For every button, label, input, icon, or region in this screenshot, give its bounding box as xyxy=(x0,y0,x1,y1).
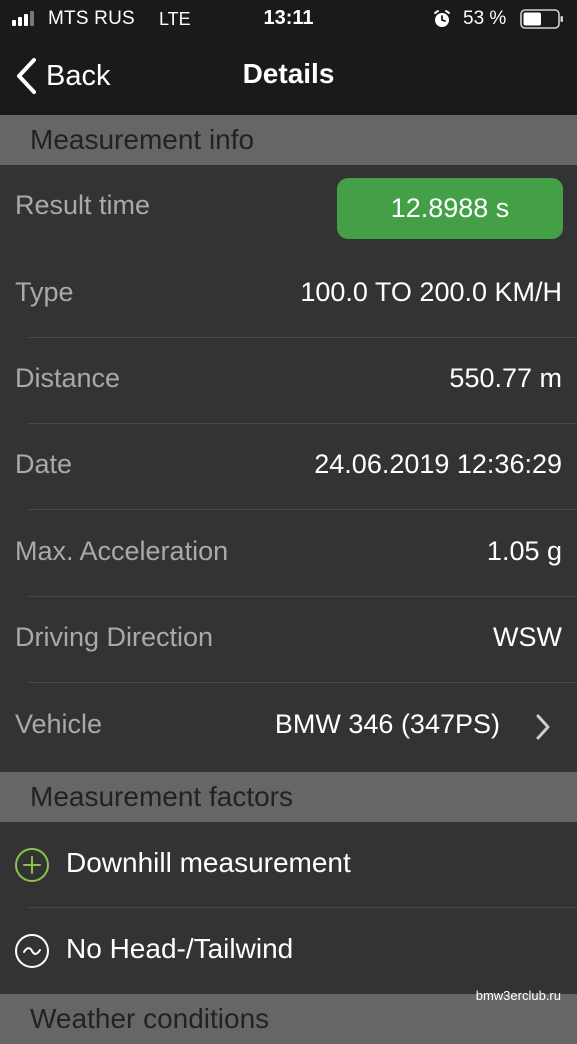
section-title: Measurement info xyxy=(30,124,255,155)
back-button[interactable]: Back xyxy=(14,56,110,96)
navigation-bar: Back Details xyxy=(0,38,577,115)
downhill-label: Downhill measurement xyxy=(66,847,351,878)
driving-direction-value: WSW xyxy=(493,622,562,652)
result-time-label: Result time xyxy=(15,190,151,220)
factor-wind: No Head-/Tailwind xyxy=(0,908,577,994)
network-type: LTE xyxy=(159,9,191,29)
status-bar: MTS RUS LTE 13:11 53 % xyxy=(0,0,577,38)
row-max-acceleration: Max. Acceleration 1.05 g xyxy=(0,511,577,597)
row-result-time: Result time 12.8988 s xyxy=(0,165,577,251)
watermark: bmw3erclub.ru xyxy=(475,988,561,1003)
date-value: 24.06.2019 12:36:29 xyxy=(314,449,562,479)
chevron-right-icon xyxy=(536,714,550,740)
driving-direction-label: Driving Direction xyxy=(15,622,214,652)
row-distance: Distance 550.77 m xyxy=(0,338,577,424)
section-title: Weather conditions xyxy=(30,1003,270,1034)
max-acceleration-value: 1.05 g xyxy=(486,536,562,566)
battery-icon xyxy=(520,9,563,29)
row-divider xyxy=(28,509,577,510)
vehicle-value: BMW 346 (347PS) xyxy=(274,709,500,739)
chevron-left-icon xyxy=(17,58,36,94)
signal-strength-icon xyxy=(12,11,34,26)
section-header-measurement-info: Measurement info xyxy=(0,115,577,165)
distance-value: 550.77 m xyxy=(449,363,562,393)
type-label: Type xyxy=(15,277,74,307)
plus-circle-icon xyxy=(15,848,49,882)
tilde-circle-icon xyxy=(15,934,49,968)
date-label: Date xyxy=(15,449,73,479)
battery-percent: 53 % xyxy=(463,8,507,29)
carrier-name: MTS RUS xyxy=(48,8,135,29)
distance-label: Distance xyxy=(15,363,121,393)
type-value: 100.0 TO 200.0 KM/H xyxy=(300,277,562,307)
row-divider xyxy=(28,682,577,683)
row-date: Date 24.06.2019 12:36:29 xyxy=(0,424,577,510)
wind-label: No Head-/Tailwind xyxy=(66,933,294,964)
max-acceleration-label: Max. Acceleration xyxy=(15,536,229,566)
alarm-clock-icon xyxy=(434,10,450,27)
factor-downhill: Downhill measurement xyxy=(0,822,577,908)
back-label: Back xyxy=(46,59,111,92)
vehicle-label: Vehicle xyxy=(15,709,103,739)
row-driving-direction: Driving Direction WSW xyxy=(0,597,577,683)
section-header-measurement-factors: Measurement factors xyxy=(0,772,577,822)
row-vehicle[interactable]: Vehicle BMW 346 (347PS) xyxy=(0,684,577,770)
row-type: Type 100.0 TO 200.0 KM/H xyxy=(0,252,577,338)
result-time-badge: 12.8988 s xyxy=(337,178,563,239)
section-title: Measurement factors xyxy=(30,781,293,812)
